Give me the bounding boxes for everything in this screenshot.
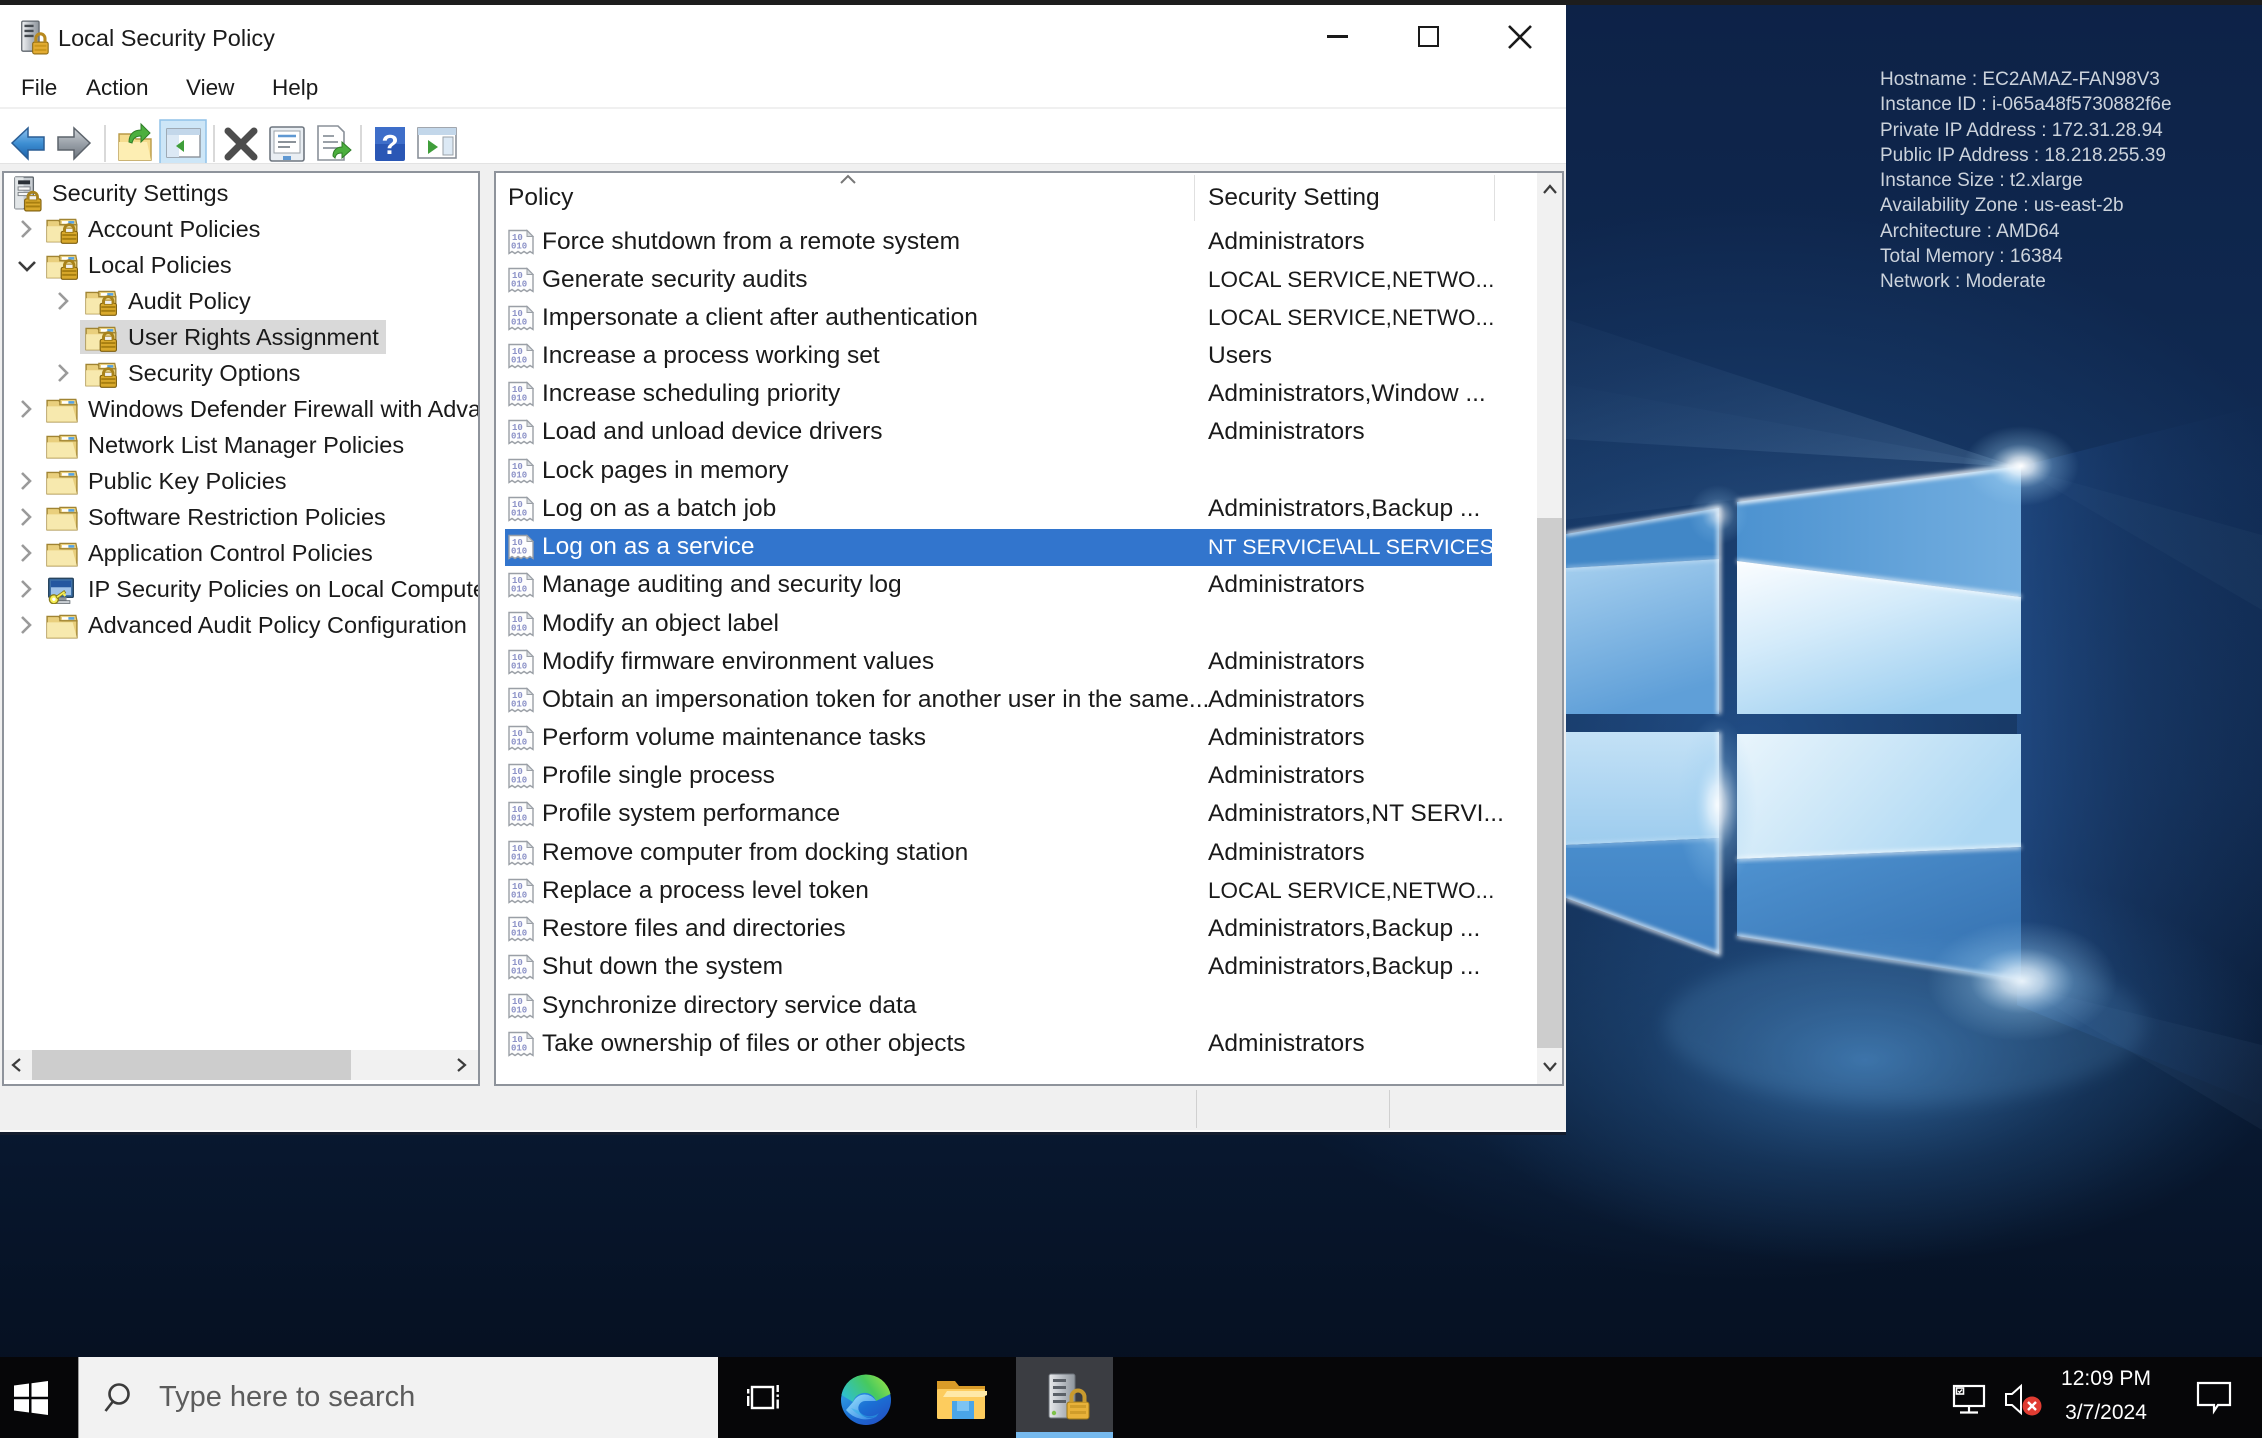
svg-text:?: ? [381, 129, 398, 160]
